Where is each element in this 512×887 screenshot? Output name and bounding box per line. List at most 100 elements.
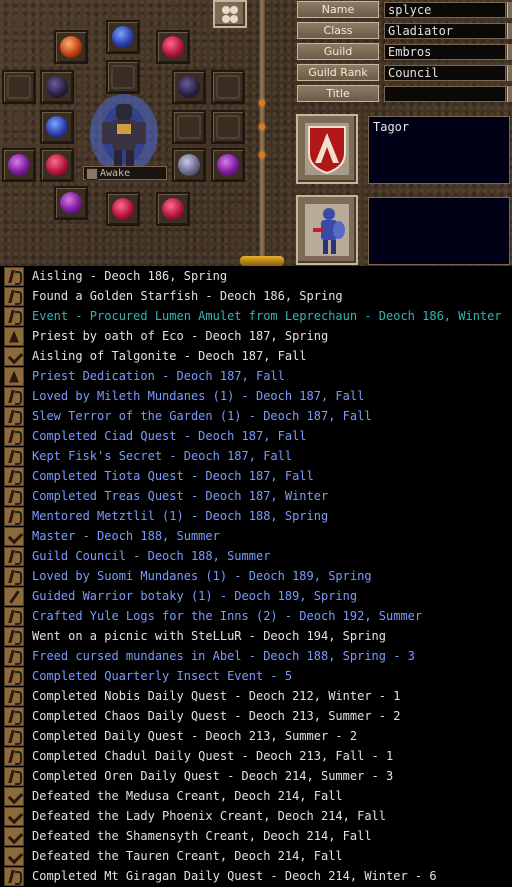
field-edge — [507, 44, 512, 60]
equip-slot-empty-5[interactable] — [211, 110, 245, 144]
guild-label: Guild — [297, 43, 379, 60]
legend-scroll-icon — [4, 446, 24, 466]
name-value: splyce — [384, 2, 506, 18]
guild-rank-label: Guild Rank — [297, 64, 379, 81]
legend-item: Loved by Suomi Mundanes (1) - Deoch 189,… — [0, 566, 512, 586]
legend-item-text: Kept Fisk's Secret - Deoch 187, Fall — [32, 449, 293, 463]
legend-scroll-icon — [4, 746, 24, 766]
equip-slot-boots[interactable] — [106, 192, 140, 226]
legend-check-icon — [4, 786, 24, 806]
character-figure-icon — [305, 204, 349, 256]
title-value[interactable] — [384, 86, 506, 102]
equip-slot-overcoat[interactable] — [172, 70, 206, 104]
ring-icon — [178, 154, 200, 176]
rope-knot — [259, 152, 265, 158]
equip-slot-glove-left[interactable] — [2, 148, 36, 182]
equip-slot-weapon[interactable] — [40, 110, 74, 144]
name-label: Name — [297, 1, 379, 18]
armor-icon — [46, 76, 68, 98]
legend-item-text: Completed Chadul Daily Quest - Deoch 213… — [32, 749, 394, 763]
legend-item: Completed Nobis Daily Quest - Deoch 212,… — [0, 686, 512, 706]
legend-scroll-icon — [4, 606, 24, 626]
legend-item-text: Completed Ciad Quest - Deoch 187, Fall — [32, 429, 307, 443]
legend-scroll-icon — [4, 466, 24, 486]
field-edge — [507, 65, 512, 81]
class-value: Gladiator — [384, 23, 506, 39]
equip-slot-ring-right[interactable] — [172, 148, 206, 182]
legend-item: Completed Chaos Daily Quest - Deoch 213,… — [0, 706, 512, 726]
legend-item: Completed Mt Giragan Daily Quest - Deoch… — [0, 866, 512, 886]
legend-item: Defeated the Lady Phoenix Creant, Deoch … — [0, 806, 512, 826]
profile-note-bottom[interactable] — [368, 197, 510, 265]
legend-item: Priest by oath of Eco - Deoch 187, Sprin… — [0, 326, 512, 346]
belt-icon — [60, 192, 82, 214]
legend-item-text: Guild Council - Deoch 188, Summer — [32, 549, 271, 563]
equip-slot-shield[interactable] — [156, 192, 190, 226]
legend-item: Crafted Yule Logs for the Inns (2) - Deo… — [0, 606, 512, 626]
legend-scroll-icon — [4, 626, 24, 646]
legend-scroll-icon — [4, 486, 24, 506]
equip-slot-helmet[interactable] — [106, 20, 140, 54]
legend-item: Mentored Metztlil (1) - Deoch 188, Sprin… — [0, 506, 512, 526]
legend-item: Kept Fisk's Secret - Deoch 187, Fall — [0, 446, 512, 466]
equip-slot-empty-4[interactable] — [172, 110, 206, 144]
legend-item-text: Completed Treas Quest - Deoch 187, Winte… — [32, 489, 329, 503]
legend-item-text: Defeated the Shamensyth Creant, Deoch 21… — [32, 829, 372, 843]
equip-slot-ring-left[interactable] — [40, 148, 74, 182]
equip-slot-necklace[interactable] — [156, 30, 190, 64]
emblem-frame — [305, 123, 349, 175]
equip-slot-earring[interactable] — [54, 30, 88, 64]
legend-scroll-icon — [4, 646, 24, 666]
profile-panel: Awake Name splyce Class Gladiator Guild … — [0, 0, 512, 266]
group-icon — [222, 6, 238, 23]
group-button[interactable] — [213, 0, 247, 28]
character-figure-frame — [296, 195, 358, 265]
legend-item: Defeated the Shamensyth Creant, Deoch 21… — [0, 826, 512, 846]
legend-scroll-icon — [4, 666, 24, 686]
legend-item: Defeated the Tauren Creant, Deoch 214, F… — [0, 846, 512, 866]
legend-item: Completed Tiota Quest - Deoch 187, Fall — [0, 466, 512, 486]
legend-item-text: Found a Golden Starfish - Deoch 186, Spr… — [32, 289, 343, 303]
weapon-icon — [46, 116, 68, 138]
legend-item: Aisling of Talgonite - Deoch 187, Fall — [0, 346, 512, 366]
equip-slot-empty-3[interactable] — [211, 70, 245, 104]
equip-slot-belt[interactable] — [54, 186, 88, 220]
title-label[interactable]: Title — [297, 85, 379, 102]
field-edge — [507, 86, 512, 102]
legend-sword-icon — [4, 586, 24, 606]
legend-item-text: Guided Warrior botaky (1) - Deoch 189, S… — [32, 589, 358, 603]
legend-scroll-icon — [4, 506, 24, 526]
legend-scroll-icon — [4, 286, 24, 306]
rope-knot — [259, 100, 265, 106]
legend-scroll-icon — [4, 426, 24, 446]
equip-slot-empty-1[interactable] — [2, 70, 36, 104]
class-label: Class — [297, 22, 379, 39]
legend-cloak-icon — [4, 366, 24, 386]
equip-slot-glove-right[interactable] — [211, 148, 245, 182]
legend-item: Completed Oren Daily Quest - Deoch 214, … — [0, 766, 512, 786]
legend-item-text: Aisling of Talgonite - Deoch 187, Fall — [32, 349, 307, 363]
legend-item-text: Went on a picnic with SteLLuR - Deoch 19… — [32, 629, 387, 643]
glove-icon — [217, 154, 239, 176]
character-state-label: Awake — [100, 168, 131, 179]
legend-check-icon — [4, 806, 24, 826]
legend-scroll-icon — [4, 266, 24, 286]
legend-scroll-icon — [4, 306, 24, 326]
legend-item-text: Master - Deoch 188, Summer — [32, 529, 220, 543]
legend-item: Slew Terror of the Garden (1) - Deoch 18… — [0, 406, 512, 426]
profile-note-top[interactable]: Tagor — [368, 116, 510, 184]
divider-rope — [259, 0, 265, 262]
legend-item-text: Defeated the Lady Phoenix Creant, Deoch … — [32, 809, 387, 823]
legend-item-text: Loved by Suomi Mundanes (1) - Deoch 189,… — [32, 569, 372, 583]
guild-value: Embros — [384, 44, 506, 60]
legend-cloak-icon — [4, 326, 24, 346]
legend-item-text: Slew Terror of the Garden (1) - Deoch 18… — [32, 409, 372, 423]
character-state-tag: Awake — [83, 166, 167, 180]
legend-scroll-icon — [4, 546, 24, 566]
legend-scroll-icon — [4, 706, 24, 726]
character-portrait — [90, 94, 158, 174]
equip-slot-armor[interactable] — [40, 70, 74, 104]
legend-scroll-icon — [4, 766, 24, 786]
legend-item-text: Completed Chaos Daily Quest - Deoch 213,… — [32, 709, 401, 723]
rope-base — [240, 256, 284, 266]
